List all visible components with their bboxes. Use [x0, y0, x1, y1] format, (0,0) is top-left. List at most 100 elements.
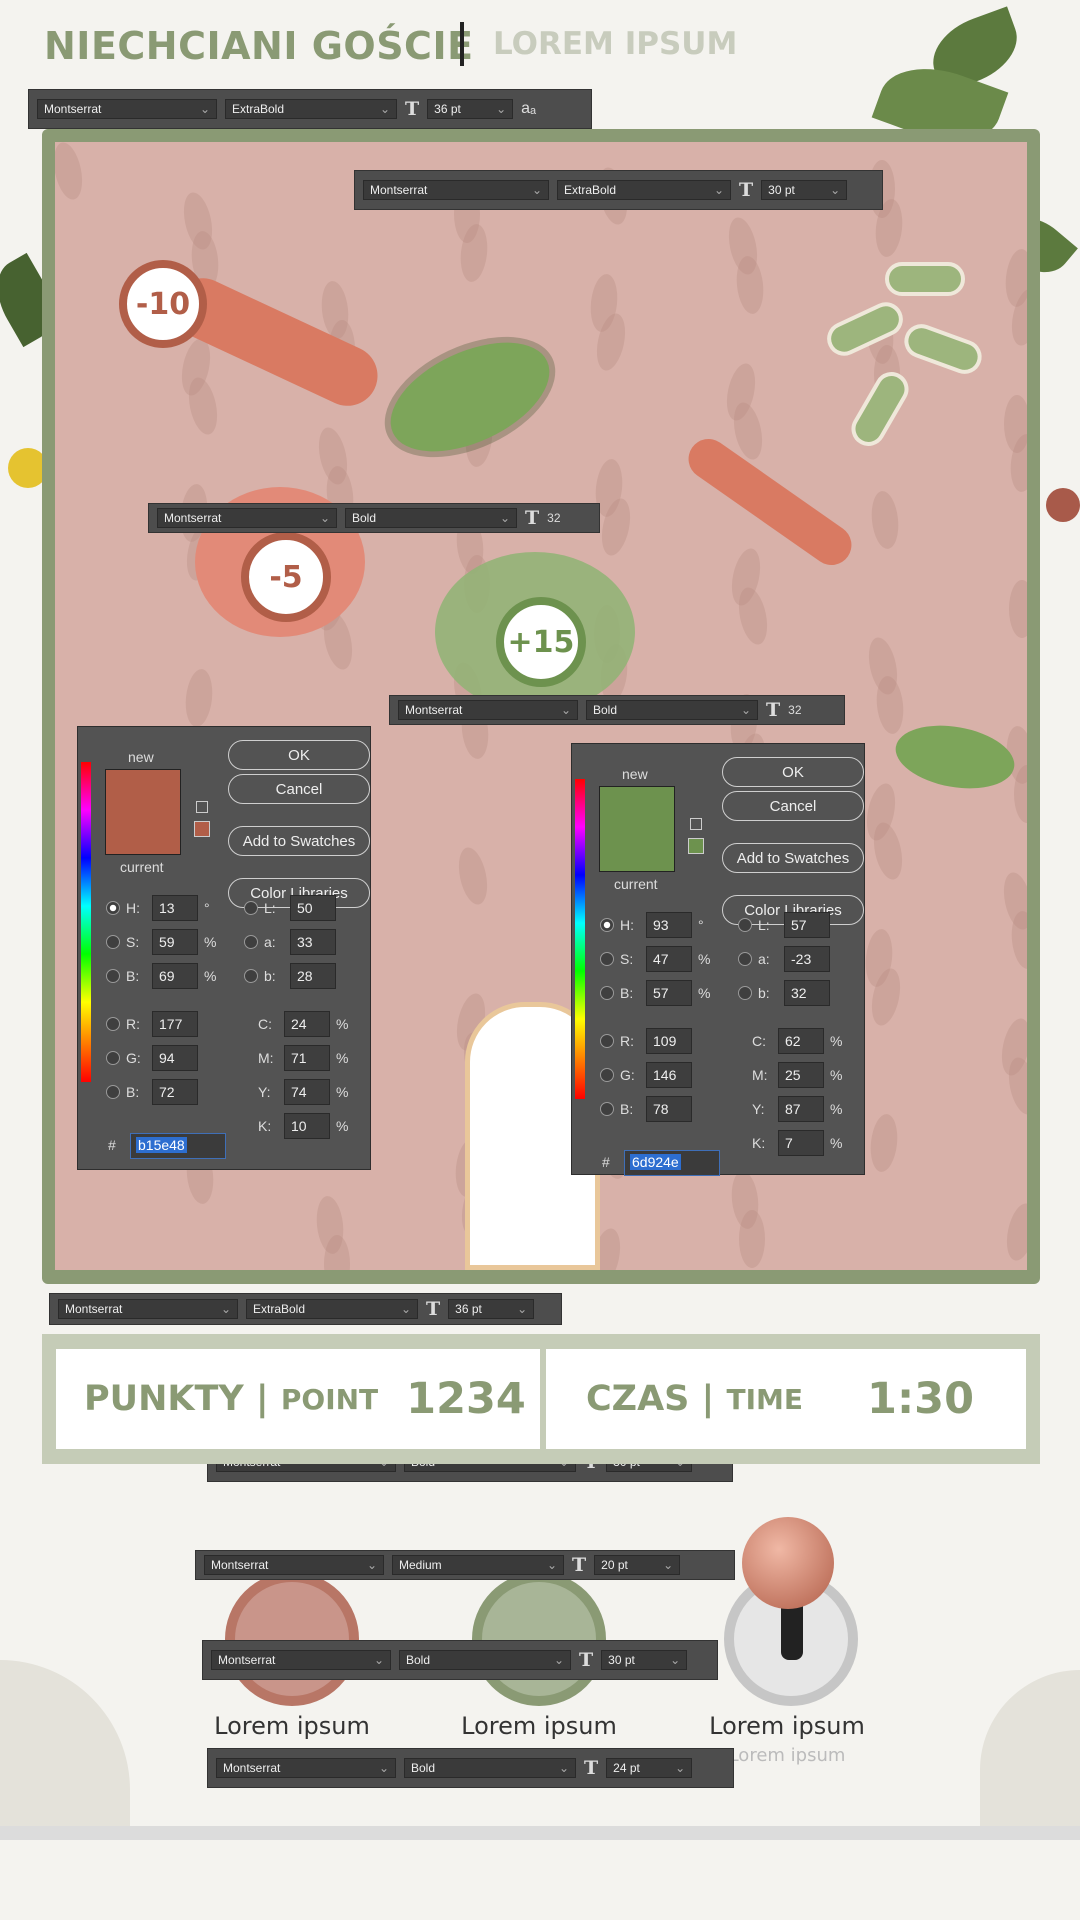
- field-a[interactable]: a: 33: [244, 929, 336, 955]
- font-weight-select[interactable]: Bold: [345, 508, 517, 528]
- radio-button[interactable]: [600, 1102, 614, 1116]
- hex-input[interactable]: b15e48: [130, 1133, 226, 1159]
- font-family-select[interactable]: Montserrat: [157, 508, 337, 528]
- font-toolbar[interactable]: Montserrat Bold T 24 pt: [207, 1748, 734, 1788]
- field-input[interactable]: 146: [646, 1062, 692, 1088]
- font-size-select[interactable]: 24 pt: [606, 1758, 693, 1778]
- field-input[interactable]: 59: [152, 929, 198, 955]
- field-input[interactable]: 69: [152, 963, 198, 989]
- field-input[interactable]: 28: [290, 963, 336, 989]
- add-to-swatches-button[interactable]: Add to Swatches: [228, 826, 370, 856]
- field-input[interactable]: 71: [284, 1045, 330, 1071]
- ok-button[interactable]: OK: [722, 757, 864, 787]
- font-size-select[interactable]: 36 pt: [427, 99, 514, 119]
- font-toolbar[interactable]: Montserrat Bold T 32: [148, 503, 600, 533]
- field-c[interactable]: C: 24%: [258, 1011, 348, 1037]
- field-bl[interactable]: B: 72: [106, 1079, 198, 1105]
- green-bacterium[interactable]: [890, 717, 1020, 797]
- radio-button[interactable]: [106, 1051, 120, 1065]
- font-family-select[interactable]: Montserrat: [398, 700, 578, 720]
- field-r[interactable]: R: 109: [600, 1028, 692, 1054]
- field-b[interactable]: b: 28: [244, 963, 336, 989]
- field-input[interactable]: 32: [784, 980, 830, 1006]
- field-h[interactable]: H: 93 °: [600, 912, 704, 938]
- font-family-select[interactable]: Montserrat: [363, 180, 549, 200]
- ok-button[interactable]: OK: [228, 740, 370, 770]
- field-input[interactable]: 177: [152, 1011, 198, 1037]
- radio-button[interactable]: [738, 986, 752, 1000]
- field-input[interactable]: 7: [778, 1130, 824, 1156]
- radio-button[interactable]: [738, 952, 752, 966]
- field-y[interactable]: Y: 74%: [258, 1079, 348, 1105]
- field-g[interactable]: G: 94: [106, 1045, 198, 1071]
- font-weight-select[interactable]: Bold: [399, 1650, 571, 1670]
- cube-icon[interactable]: [690, 818, 702, 830]
- pill-germ[interactable]: [845, 365, 915, 453]
- radio-button[interactable]: [106, 935, 120, 949]
- field-s[interactable]: S: 59%: [106, 929, 216, 955]
- red-worm-germ[interactable]: [680, 431, 860, 573]
- pill-germ[interactable]: [899, 319, 987, 379]
- font-weight-select[interactable]: Bold: [586, 700, 758, 720]
- field-g[interactable]: G: 146: [600, 1062, 692, 1088]
- font-size-select[interactable]: 30 pt: [761, 180, 848, 200]
- field-s[interactable]: S: 47%: [600, 946, 710, 972]
- red-round-button[interactable]: [225, 1572, 359, 1706]
- green-round-button[interactable]: [472, 1572, 606, 1706]
- color-picker-dialog[interactable]: new current OK Cancel Add to Swatches Color L…: [77, 726, 371, 1170]
- font-toolbar[interactable]: Montserrat ExtraBold T 30 pt: [354, 170, 883, 210]
- field-r[interactable]: R: 177: [106, 1011, 198, 1037]
- radio-button[interactable]: [600, 1034, 614, 1048]
- hue-slider[interactable]: [575, 779, 585, 1099]
- radio-button[interactable]: [600, 986, 614, 1000]
- field-k[interactable]: K: 10%: [258, 1113, 348, 1139]
- radio-button[interactable]: [106, 901, 120, 915]
- field-m[interactable]: M: 71%: [258, 1045, 348, 1071]
- radio-button[interactable]: [244, 935, 258, 949]
- web-safe-swatch-icon[interactable]: [194, 821, 210, 837]
- radio-button[interactable]: [600, 918, 614, 932]
- radio-button[interactable]: [244, 901, 258, 915]
- field-input[interactable]: 57: [784, 912, 830, 938]
- field-input[interactable]: 93: [646, 912, 692, 938]
- radio-button[interactable]: [600, 952, 614, 966]
- field-input[interactable]: 72: [152, 1079, 198, 1105]
- font-toolbar[interactable]: Montserrat ExtraBold T 36 pt aₐ: [28, 89, 592, 129]
- font-size-value[interactable]: 32: [547, 511, 560, 525]
- radio-button[interactable]: [106, 1085, 120, 1099]
- font-family-select[interactable]: Montserrat: [58, 1299, 238, 1319]
- field-c[interactable]: C: 62%: [752, 1028, 842, 1054]
- field-input[interactable]: 24: [284, 1011, 330, 1037]
- field-y[interactable]: Y: 87%: [752, 1096, 842, 1122]
- field-input[interactable]: 57: [646, 980, 692, 1006]
- font-weight-select[interactable]: Medium: [392, 1555, 564, 1575]
- field-input[interactable]: 33: [290, 929, 336, 955]
- font-toolbar[interactable]: Montserrat ExtraBold T 36 pt: [49, 1293, 562, 1325]
- field-input[interactable]: 47: [646, 946, 692, 972]
- field-l[interactable]: L: 57: [738, 912, 830, 938]
- font-toolbar[interactable]: Montserrat Medium T 20 pt: [195, 1550, 735, 1580]
- field-h[interactable]: H: 13 °: [106, 895, 210, 921]
- color-picker-dialog[interactable]: new current OK Cancel Add to Swatches Color L…: [571, 743, 865, 1176]
- field-a[interactable]: a: -23: [738, 946, 830, 972]
- radio-button[interactable]: [244, 969, 258, 983]
- field-input[interactable]: 10: [284, 1113, 330, 1139]
- radio-button[interactable]: [106, 1017, 120, 1031]
- field-input[interactable]: 109: [646, 1028, 692, 1054]
- font-toolbar[interactable]: Montserrat Bold T 30 pt: [202, 1640, 718, 1680]
- font-size-value[interactable]: 32: [788, 703, 801, 717]
- font-weight-select[interactable]: ExtraBold: [557, 180, 731, 200]
- text-case-icon[interactable]: aₐ: [521, 100, 536, 118]
- field-bl[interactable]: B: 78: [600, 1096, 692, 1122]
- field-b[interactable]: B: 57%: [600, 980, 710, 1006]
- field-input[interactable]: 62: [778, 1028, 824, 1054]
- pill-germ[interactable]: [885, 262, 965, 296]
- field-input[interactable]: 50: [290, 895, 336, 921]
- font-weight-select[interactable]: Bold: [404, 1758, 576, 1778]
- field-input[interactable]: 87: [778, 1096, 824, 1122]
- radio-button[interactable]: [600, 1068, 614, 1082]
- field-input[interactable]: 25: [778, 1062, 824, 1088]
- cancel-button[interactable]: Cancel: [228, 774, 370, 804]
- field-input[interactable]: 13: [152, 895, 198, 921]
- font-family-select[interactable]: Montserrat: [211, 1650, 391, 1670]
